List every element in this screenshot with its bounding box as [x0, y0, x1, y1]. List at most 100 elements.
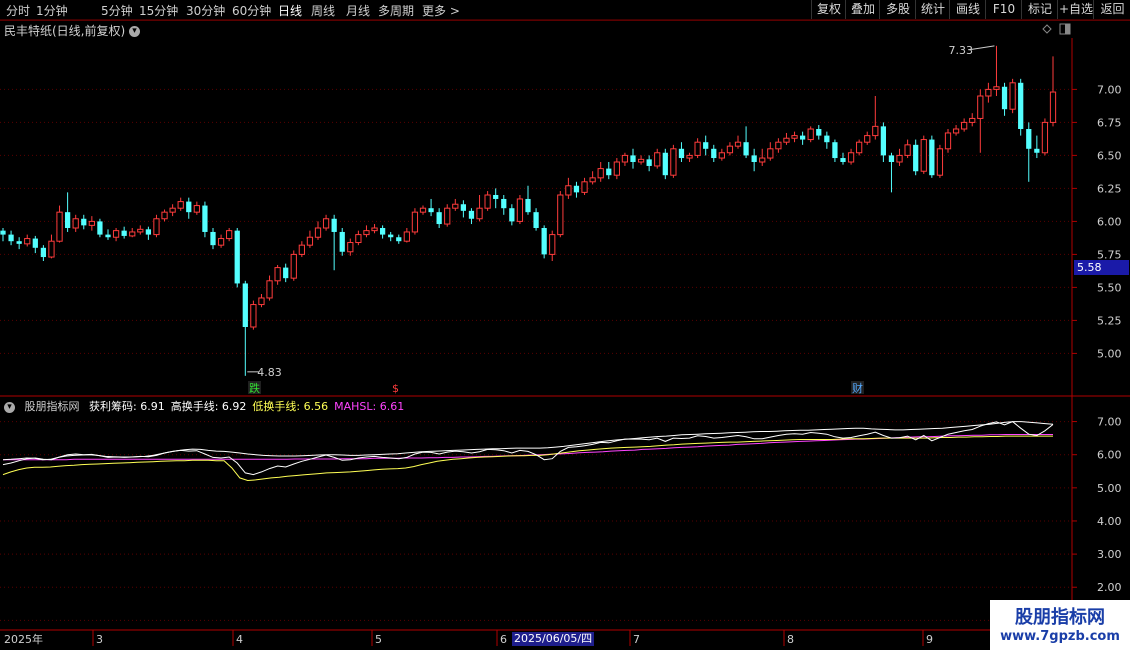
candle-body-up [565, 185, 572, 196]
candle-body-up [872, 125, 879, 137]
candle-body-up [177, 201, 184, 209]
event-marker: 财 [852, 381, 863, 395]
candle-body-down [64, 212, 71, 228]
candle-body-down [751, 155, 757, 162]
indicator-tick-label: 7.00 [1097, 416, 1122, 429]
candle-body-down [832, 142, 838, 159]
indicator-legend-item-2: 低换手线: 6.56 [252, 400, 329, 413]
candle-body-down [202, 205, 208, 232]
candle-body-up [290, 253, 297, 279]
candle-body-up [977, 95, 984, 119]
low-turnover-line [2, 435, 1053, 482]
candle-body-up [226, 230, 233, 240]
indicator-legend-item-0: 获利筹码: 6.91 [89, 400, 165, 413]
candle-body-up [969, 117, 976, 123]
candles [0, 45, 1057, 376]
candle-body-up [936, 148, 944, 176]
candle-body-up [24, 238, 31, 245]
candle-body-up [516, 198, 524, 222]
watermark-url: www.7gpzb.com [1000, 629, 1120, 644]
candle-body-up [856, 141, 863, 154]
candlestick-chart[interactable]: 7.006.756.506.256.005.755.505.255.00 7.3… [0, 0, 1130, 650]
candle-body-up [581, 181, 588, 193]
candle-body-down [97, 221, 103, 235]
candle-body-down [880, 126, 887, 156]
watermark: 股朋指标网 www.7gpzb.com [990, 600, 1130, 650]
candle-body-down [1026, 129, 1032, 149]
candle-body-up [718, 152, 725, 159]
candle-body-down [0, 230, 6, 235]
candle-body-up [56, 211, 63, 242]
price-tick-label: 6.75 [1097, 116, 1122, 129]
candle-body-up [266, 280, 273, 299]
candle-body-down [1001, 86, 1008, 110]
candle-body-down [509, 208, 515, 222]
candle-body-up [217, 238, 225, 246]
candle-body-up [654, 152, 661, 167]
date-tick-label: 3 [96, 633, 103, 646]
candle-body-up [613, 161, 620, 176]
indicator-legend-item-1: 高换手线: 6.92 [170, 400, 247, 413]
candle-body-up [411, 211, 419, 233]
candle-body-down [703, 142, 709, 149]
indicator-name: 股朋指标网 [24, 400, 80, 413]
price-tick-label: 6.00 [1097, 215, 1122, 228]
candle-body-up [161, 211, 168, 220]
candle-body-up [452, 203, 459, 209]
candle-body-down [339, 231, 345, 252]
date-tick-label: 8 [787, 633, 794, 646]
price-tick-label: 5.00 [1097, 347, 1122, 360]
price-tick-label: 7.00 [1097, 83, 1122, 96]
candle-body-up [88, 220, 95, 226]
candle-body-up [250, 304, 257, 328]
candle-body-up [759, 157, 766, 163]
indicator-tick-label: 3.00 [1097, 548, 1122, 561]
date-tick-label: 9 [926, 633, 933, 646]
candle-body-down [468, 210, 475, 219]
candle-body-down [234, 230, 240, 284]
candle-body-down [573, 185, 580, 193]
candle-body-down [379, 228, 386, 235]
candle-body-up [306, 236, 314, 246]
candle-body-up [864, 135, 871, 143]
candle-body-up [322, 218, 330, 229]
indicator-tick-label: 6.00 [1097, 449, 1122, 462]
candle-body-up [355, 234, 362, 244]
indicator-axis: 7.006.005.004.003.002.001.00 [1072, 416, 1122, 627]
indicator-lines [2, 421, 1054, 482]
candle-body-up [112, 230, 120, 238]
indicator-tick-label: 2.00 [1097, 581, 1122, 594]
watermark-title: 股朋指标网 [1015, 607, 1105, 628]
candle-body-down [81, 218, 87, 226]
candle-body-down [331, 218, 337, 232]
candle-body-up [403, 231, 410, 242]
candle-body-down [105, 234, 111, 238]
candle-body-down [1034, 148, 1040, 153]
candle-body-down [8, 234, 14, 242]
high-label: 7.33 [948, 44, 973, 57]
candle-body-up [314, 227, 322, 238]
candle-body-up [896, 154, 903, 163]
chevron-down-icon[interactable]: ▾ [4, 401, 15, 413]
indicator-tick-label: 4.00 [1097, 515, 1122, 528]
candle-body-down [501, 198, 507, 209]
candle-body-down [210, 231, 216, 246]
candle-body-down [646, 159, 652, 166]
candle-body-down [824, 135, 830, 143]
candle-body-up [961, 121, 968, 130]
diamond-icon[interactable] [1042, 24, 1052, 34]
candle-body-up [904, 144, 911, 156]
candle-body-up [847, 152, 855, 163]
candle-body-down [743, 142, 749, 156]
date-tick-label: 4 [236, 633, 243, 646]
candle-body-up [137, 228, 144, 233]
candle-body-down [711, 148, 717, 159]
date-tick-label: 5 [375, 633, 382, 646]
price-tick-label: 5.25 [1097, 314, 1122, 327]
candle-body-up [637, 158, 645, 163]
candle-body-up [1049, 91, 1057, 123]
candle-body-up [1041, 121, 1049, 154]
price-tick-label: 6.50 [1097, 149, 1122, 162]
candle-body-up [791, 135, 798, 139]
date-tick-label: 2025年 [4, 632, 43, 646]
